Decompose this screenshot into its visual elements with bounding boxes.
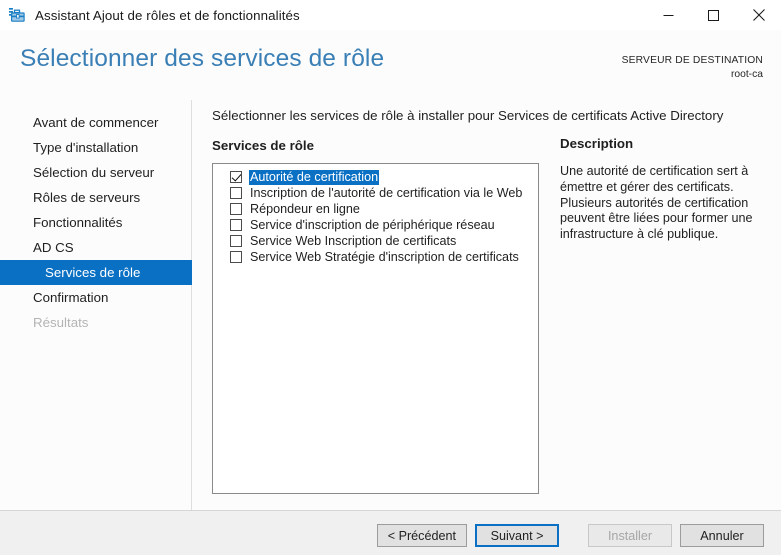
list-item-label: Service Web Stratégie d'inscription de c… (249, 250, 520, 265)
sidebar-item-confirmation[interactable]: Confirmation (0, 285, 192, 310)
wizard-step-list: Avant de commencer Type d'installation S… (0, 110, 192, 335)
wizard-sidebar: Avant de commencer Type d'installation S… (0, 100, 192, 510)
checkbox-icon[interactable] (230, 219, 242, 231)
toolbox-icon (9, 7, 26, 24)
install-button: Installer (588, 524, 672, 547)
wizard-footer: < Précédent Suivant > Installer Annuler (0, 510, 781, 555)
checkbox-icon[interactable] (230, 235, 242, 247)
checkbox-icon[interactable] (230, 251, 242, 263)
window-controls (646, 0, 781, 30)
description-text: Une autorité de certification sert à éme… (560, 164, 755, 243)
list-item[interactable]: Service Web Stratégie d'inscription de c… (213, 249, 538, 265)
list-item-label: Inscription de l'autorité de certificati… (249, 186, 523, 201)
list-item-label: Répondeur en ligne (249, 202, 361, 217)
sidebar-item-avant-de-commencer[interactable]: Avant de commencer (0, 110, 192, 135)
page-header: Sélectionner des services de rôle SERVEU… (0, 30, 781, 100)
list-item[interactable]: Répondeur en ligne (213, 201, 538, 217)
destination-server-value: root-ca (622, 68, 763, 81)
sidebar-item-fonctionnalites[interactable]: Fonctionnalités (0, 210, 192, 235)
sidebar-item-ad-cs[interactable]: AD CS (0, 235, 192, 260)
sidebar-item-roles-serveurs[interactable]: Rôles de serveurs (0, 185, 192, 210)
title-bar: Assistant Ajout de rôles et de fonctionn… (0, 0, 781, 30)
window-title: Assistant Ajout de rôles et de fonctionn… (35, 8, 300, 23)
next-button[interactable]: Suivant > (475, 524, 559, 547)
list-item[interactable]: Inscription de l'autorité de certificati… (213, 185, 538, 201)
sidebar-item-selection-serveur[interactable]: Sélection du serveur (0, 160, 192, 185)
sidebar-item-resultats: Résultats (0, 310, 192, 335)
checkbox-icon[interactable] (230, 203, 242, 215)
list-item[interactable]: Service d'inscription de périphérique ré… (213, 217, 538, 233)
sidebar-item-services-de-role[interactable]: Services de rôle (0, 260, 192, 285)
maximize-button[interactable] (691, 0, 736, 30)
checkbox-checked-icon[interactable] (230, 171, 242, 183)
role-services-listbox[interactable]: Autorité de certification Inscription de… (212, 163, 539, 494)
destination-server-block: SERVEUR DE DESTINATION root-ca (622, 54, 763, 81)
close-button[interactable] (736, 0, 781, 30)
destination-server-label: SERVEUR DE DESTINATION (622, 54, 763, 67)
role-wizard-window: Assistant Ajout de rôles et de fonctionn… (0, 0, 781, 555)
page-title: Sélectionner des services de rôle (20, 45, 384, 73)
list-item[interactable]: Service Web Inscription de certificats (213, 233, 538, 249)
wizard-body: Avant de commencer Type d'installation S… (0, 100, 781, 510)
list-item-label: Service Web Inscription de certificats (249, 234, 457, 249)
role-services-label: Services de rôle (212, 138, 314, 153)
description-title: Description (560, 136, 760, 151)
minimize-button[interactable] (646, 0, 691, 30)
footer-button-row: < Précédent Suivant > Installer Annuler (377, 524, 764, 547)
wizard-main-pane: Sélectionner les services de rôle à inst… (192, 100, 781, 510)
checkbox-icon[interactable] (230, 187, 242, 199)
list-item[interactable]: Autorité de certification (213, 169, 538, 185)
instruction-text: Sélectionner les services de rôle à inst… (212, 108, 723, 123)
previous-button[interactable]: < Précédent (377, 524, 467, 547)
list-item-label: Service d'inscription de périphérique ré… (249, 218, 496, 233)
list-item-label: Autorité de certification (249, 170, 379, 185)
description-panel: Description Une autorité de certificatio… (560, 136, 760, 243)
cancel-button[interactable]: Annuler (680, 524, 764, 547)
sidebar-item-type-installation[interactable]: Type d'installation (0, 135, 192, 160)
